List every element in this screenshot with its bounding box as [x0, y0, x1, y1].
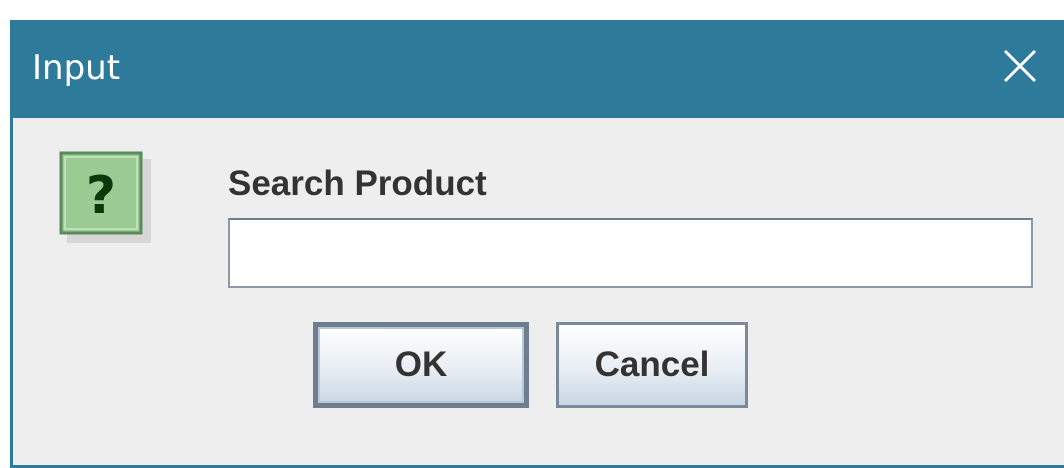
- ok-button-label: OK: [394, 345, 448, 384]
- prompt-label: Search Product: [228, 164, 487, 203]
- cancel-button-label: Cancel: [594, 345, 710, 384]
- input-dialog-window: Input ? Search Product OK Cancel: [10, 20, 1064, 468]
- window-title: Input: [32, 48, 121, 88]
- question-icon: ?: [59, 151, 153, 245]
- dialog-content: ? Search Product OK Cancel: [13, 118, 1064, 465]
- svg-text:?: ?: [86, 166, 116, 226]
- close-icon: [1003, 49, 1037, 83]
- search-product-input[interactable]: [228, 218, 1033, 288]
- cancel-button[interactable]: Cancel: [556, 322, 748, 408]
- title-bar[interactable]: Input: [10, 20, 1064, 118]
- close-button[interactable]: [1000, 46, 1040, 86]
- ok-button[interactable]: OK: [313, 322, 529, 408]
